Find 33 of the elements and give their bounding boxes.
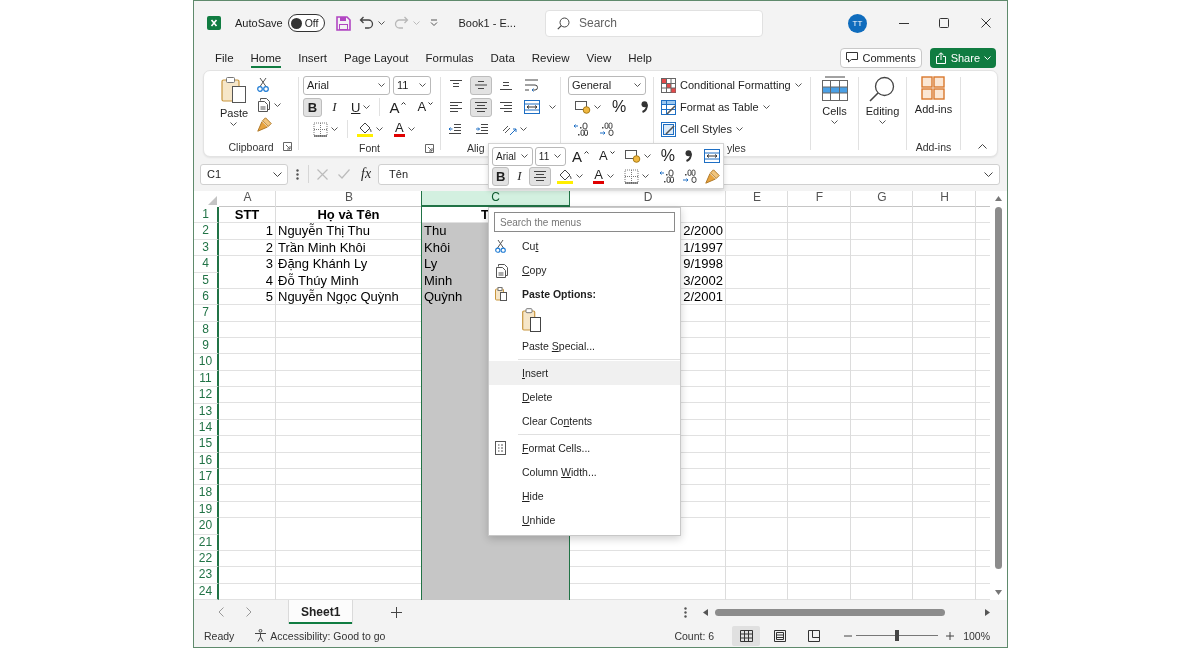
cell-text: 4 [265, 272, 273, 288]
cell-text: 3/2002 [683, 272, 723, 288]
group-label: Alig [467, 142, 485, 154]
cell-text: Trần Minh Khôi [278, 239, 366, 255]
cell-text: Minh [424, 272, 453, 288]
cell-text: Ly [424, 256, 438, 272]
cell-text: 5 [265, 288, 273, 304]
cell-text: Khôi [424, 239, 451, 255]
document-title: Book1 - E... [458, 17, 516, 29]
cell-text: 3 [265, 256, 273, 272]
menu-heading: Paste Options: [522, 288, 597, 300]
cell-text: Thu [424, 223, 447, 239]
count-text: Count: 6 [674, 629, 715, 642]
cell-text: Nguyễn Ngọc Quỳnh [278, 288, 399, 304]
group-label: Clipboard [228, 140, 274, 153]
group-label: Add-ins [915, 140, 952, 153]
cell-text: 2/2000 [683, 223, 723, 239]
autosave-label: AutoSave [235, 17, 283, 29]
cell-text: Họ và Tên [317, 207, 380, 222]
cell-text: STT [234, 207, 260, 222]
cell-text: Quỳnh [424, 288, 463, 304]
cell-text: Đỗ Thúy Minh [278, 272, 359, 288]
cell-text: 9/1998 [683, 256, 723, 272]
group-label: yles [727, 142, 746, 154]
group-label: Font [359, 142, 380, 154]
cell-text: 2 [265, 239, 273, 255]
cell-text: T [481, 207, 489, 222]
cell-text: Nguyễn Thị Thu [278, 223, 371, 239]
cell-text: 1/1997 [683, 239, 723, 255]
status-text: Ready [204, 629, 235, 642]
cell-text: 1 [265, 223, 273, 239]
cell-text: 2/2001 [683, 288, 723, 304]
cell-text: Đặng Khánh Ly [278, 256, 368, 272]
